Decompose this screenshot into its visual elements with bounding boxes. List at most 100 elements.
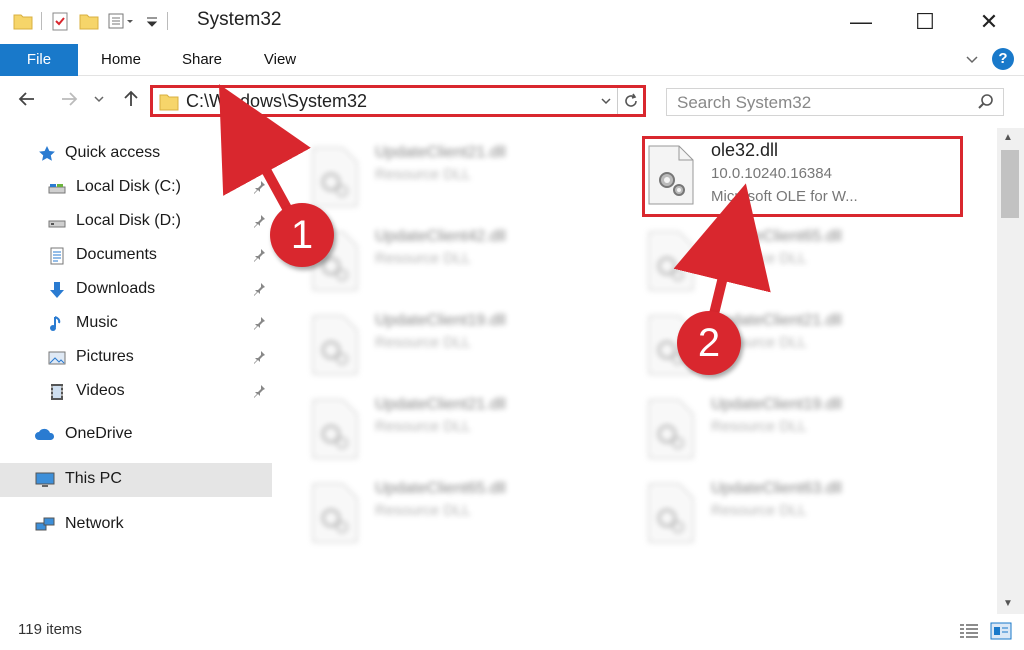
dll-file-icon: [648, 399, 694, 459]
sidebar-item-downloads[interactable]: Downloads: [0, 273, 272, 307]
file-type: Resource DLL: [711, 418, 807, 435]
sidebar-item-local-disk-d[interactable]: Local Disk (D:): [0, 205, 272, 239]
properties-icon[interactable]: [49, 10, 71, 32]
pin-icon[interactable]: [252, 384, 266, 398]
refresh-icon: [624, 93, 637, 107]
minimize-button[interactable]: —: [828, 0, 894, 44]
refresh-button[interactable]: [617, 88, 643, 114]
folder-icon: [159, 94, 179, 111]
pin-icon[interactable]: [252, 180, 266, 194]
search-icon[interactable]: [977, 93, 995, 111]
sidebar-item-pictures[interactable]: Pictures: [0, 341, 272, 375]
file-type: Resource DLL: [375, 250, 471, 267]
dll-file-icon: [312, 315, 358, 375]
file-type: Resource DLL: [375, 502, 471, 519]
expand-ribbon-icon[interactable]: [964, 51, 980, 67]
scrollbar-thumb[interactable]: [1001, 150, 1019, 218]
file-tile[interactable]: UpdateClient21.dll Resource DLL: [309, 394, 609, 466]
sidebar-item-label: OneDrive: [65, 425, 133, 442]
tab-file[interactable]: File: [0, 44, 78, 76]
search-input[interactable]: Search System32: [666, 88, 1004, 116]
close-button[interactable]: ✕: [956, 0, 1022, 44]
sidebar-item-local-disk-c[interactable]: Local Disk (C:): [0, 171, 272, 205]
sidebar-item-label: Downloads: [76, 280, 156, 297]
search-placeholder: Search System32: [677, 93, 812, 112]
sidebar-item-label: Local Disk (C:): [76, 178, 181, 195]
up-button[interactable]: [118, 86, 144, 112]
dll-file-icon: [312, 147, 358, 207]
sidebar-item-label: Music: [76, 314, 118, 331]
pin-icon[interactable]: [252, 316, 266, 330]
sidebar-item-documents[interactable]: Documents: [0, 239, 272, 273]
star-icon: [36, 143, 58, 165]
scroll-down-icon[interactable]: ▼: [1003, 598, 1013, 609]
window-title: System32: [197, 9, 282, 30]
new-folder-icon[interactable]: [78, 10, 100, 32]
chevron-down-icon: [601, 98, 611, 105]
file-name: UpdateClient65.dll: [711, 228, 842, 245]
file-name: UpdateClient21.dll: [375, 144, 506, 161]
view-options-icon[interactable]: [107, 10, 137, 32]
tiles-view-icon[interactable]: [990, 622, 1012, 640]
recent-locations-button[interactable]: [90, 86, 108, 112]
sidebar-item-label: Local Disk (D:): [76, 212, 181, 229]
back-button[interactable]: [14, 86, 40, 112]
step-badge-2: 2: [677, 311, 741, 375]
sidebar-item-label: Videos: [76, 382, 125, 399]
dll-file-icon: [648, 231, 694, 291]
dll-file-icon: [312, 483, 358, 543]
sidebar-item-videos[interactable]: Videos: [0, 375, 272, 409]
sidebar-item-quick-access[interactable]: Quick access: [0, 137, 272, 171]
arrow-left-icon: [18, 92, 34, 106]
videos-icon: [46, 381, 68, 403]
toolbar-divider: [167, 12, 168, 30]
tab-view[interactable]: View: [252, 44, 308, 76]
file-tile[interactable]: UpdateClient19.dll Resource DLL: [309, 310, 609, 382]
file-tile[interactable]: UpdateClient21.dll Resource DLL: [309, 142, 609, 214]
file-name: UpdateClient65.dll: [375, 480, 506, 497]
file-name: UpdateClient21.dll: [375, 396, 506, 413]
file-type: Resource DLL: [375, 334, 471, 351]
highlight-box: [642, 136, 963, 217]
pin-icon[interactable]: [252, 214, 266, 228]
pin-icon[interactable]: [252, 350, 266, 364]
file-tile[interactable]: UpdateClient65.dll Resource DLL: [645, 226, 945, 298]
quick-access-toolbar: [12, 10, 168, 32]
file-name: UpdateClient19.dll: [375, 312, 506, 329]
folder-icon: [13, 14, 33, 30]
cloud-icon: [34, 424, 56, 446]
toolbar-divider: [41, 12, 42, 30]
file-tile[interactable]: UpdateClient63.dll Resource DLL: [645, 478, 945, 550]
pin-icon[interactable]: [252, 248, 266, 262]
file-type: Resource DLL: [711, 502, 807, 519]
address-path[interactable]: C:\Windows\System32: [186, 91, 367, 112]
step-badge-1: 1: [270, 203, 334, 267]
forward-button[interactable]: [56, 86, 82, 112]
status-bar: 119 items: [0, 614, 1024, 650]
documents-icon: [46, 245, 68, 267]
file-tile[interactable]: UpdateClient19.dll Resource DLL: [645, 394, 945, 466]
address-bar[interactable]: C:\Windows\System32: [150, 85, 646, 117]
sidebar-item-onedrive[interactable]: OneDrive: [0, 418, 272, 452]
maximize-button[interactable]: ☐: [892, 0, 958, 44]
address-dropdown-button[interactable]: [597, 90, 615, 112]
tab-home[interactable]: Home: [90, 44, 152, 76]
arrow-up-icon: [124, 90, 138, 106]
file-list: UpdateClient21.dll Resource DLL UpdateCl…: [275, 128, 997, 608]
file-type: Resource DLL: [711, 250, 807, 267]
sidebar-item-network[interactable]: Network: [0, 508, 272, 542]
sidebar-item-label: Documents: [76, 246, 157, 263]
scroll-up-icon[interactable]: ▲: [1003, 132, 1013, 143]
tab-share[interactable]: Share: [172, 44, 232, 76]
file-name: UpdateClient63.dll: [711, 480, 842, 497]
details-view-icon[interactable]: [958, 622, 980, 640]
pin-icon[interactable]: [252, 282, 266, 296]
help-icon[interactable]: ?: [992, 48, 1014, 70]
file-name: UpdateClient19.dll: [711, 396, 842, 413]
vertical-scrollbar[interactable]: ▲ ▼: [997, 128, 1024, 614]
customize-toolbar-icon[interactable]: [144, 10, 160, 32]
file-tile[interactable]: UpdateClient42.dll Resource DLL: [309, 226, 609, 298]
sidebar-item-music[interactable]: Music: [0, 307, 272, 341]
sidebar-item-this-pc[interactable]: This PC: [0, 463, 272, 497]
file-tile[interactable]: UpdateClient65.dll Resource DLL: [309, 478, 609, 550]
